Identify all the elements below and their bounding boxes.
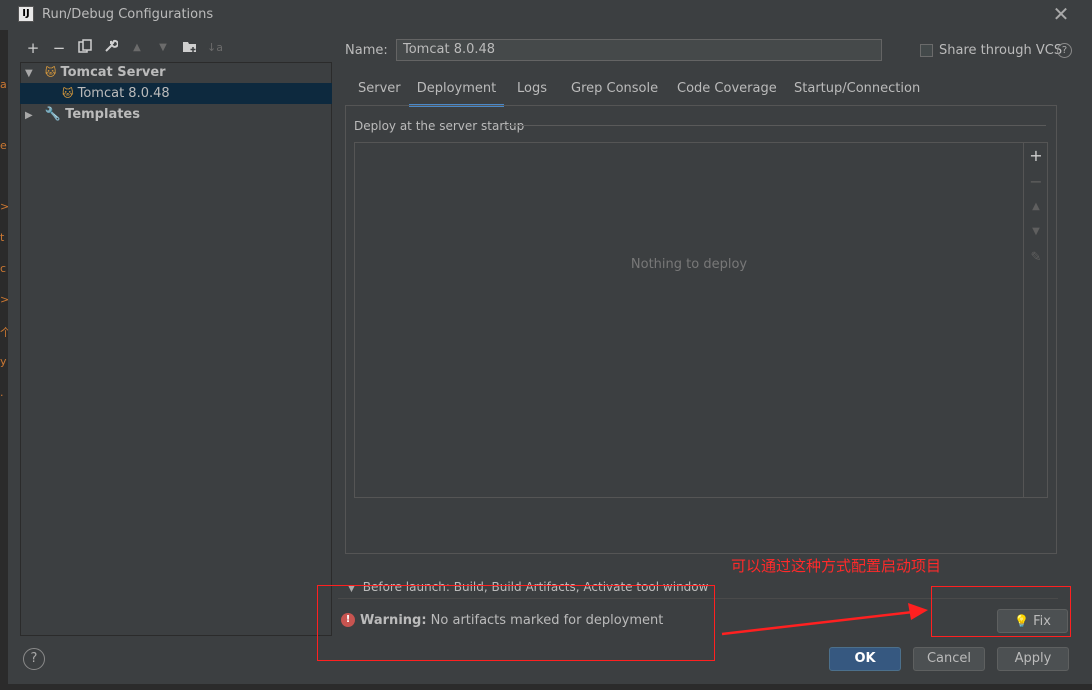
folder-icon [182,42,196,52]
background-glyph: c [0,262,7,275]
move-up-button[interactable]: ▲ [126,38,148,58]
tab-deployment[interactable]: Deployment [409,80,504,107]
tab-code-coverage[interactable]: Code Coverage [677,80,777,104]
tree-label: Templates [65,107,140,122]
remove-artifact-button[interactable]: − [1026,172,1046,191]
edit-defaults-button[interactable] [100,38,122,58]
wrench-icon: 🔧 [44,107,62,122]
background-glyph: > [0,293,8,306]
tomcat-icon: 🐱 [62,87,74,100]
annotation-box-fix [931,586,1071,637]
tab-server[interactable]: Server [358,80,401,104]
tomcat-icon: 🐱 [44,66,57,79]
window-title: Run/Debug Configurations [42,7,214,22]
background-glyph: . [0,386,4,399]
apply-button[interactable]: Apply [997,647,1069,671]
tree-node-templates[interactable]: ▶ 🔧 Templates [20,104,332,125]
background-glyph: e [0,139,7,152]
help-icon[interactable]: ? [1057,43,1072,58]
background-glyph: 个 [0,326,8,339]
annotation-arrow-icon [721,603,928,636]
close-icon[interactable]: ✕ [1050,3,1072,25]
tab-grep-console[interactable]: Grep Console [571,80,658,104]
tree-node-tomcat-instance[interactable]: 🐱 Tomcat 8.0.48 [20,83,332,104]
add-configuration-button[interactable]: + [22,38,44,58]
dialog-right-edge [1084,30,1092,684]
tree-label: Tomcat Server [60,65,166,80]
deployment-list[interactable] [354,142,1024,498]
configuration-tree [20,62,332,636]
dialog-help-button[interactable]: ? [23,648,45,670]
new-folder-button[interactable] [178,38,200,58]
cancel-button[interactable]: Cancel [913,647,985,671]
group-title: Deploy at the server startup [354,119,525,133]
move-artifact-up-button[interactable]: ▲ [1026,201,1046,212]
background-glyph: y [0,355,7,368]
copy-configuration-button[interactable] [74,38,96,58]
sort-button[interactable]: ↓a [204,38,226,58]
background-glyph: > [0,200,8,213]
annotation-text: 可以通过这种方式配置启动项目 [731,557,942,575]
remove-configuration-button[interactable]: − [48,38,70,58]
intellij-app-icon: IJ [18,6,34,22]
edit-artifact-button[interactable]: ✎ [1026,250,1046,265]
deployment-toolbar [1023,142,1048,498]
share-vcs-checkbox[interactable] [920,44,933,57]
ok-button[interactable]: OK [829,647,901,671]
tree-label: Tomcat 8.0.48 [77,86,170,101]
annotation-box-warning [317,585,715,661]
expanded-arrow-icon: ▼ [25,68,33,79]
bottom-edge [0,684,1092,690]
wrench-icon [105,39,119,52]
background-glyph: a [0,78,7,91]
share-vcs-label[interactable]: Share through VCS [939,43,1062,58]
tab-logs[interactable]: Logs [517,80,547,104]
empty-state-text: Nothing to deploy [630,257,748,272]
collapsed-arrow-icon: ▶ [25,110,33,121]
move-down-button[interactable]: ▼ [152,38,174,58]
copy-icon [78,39,92,53]
add-artifact-button[interactable]: + [1026,146,1046,165]
tree-node-tomcat-server[interactable]: ▼ 🐱 Tomcat Server [20,62,332,83]
tab-startup-connection[interactable]: Startup/Connection [794,80,920,104]
group-divider [504,125,1046,126]
name-field[interactable]: Tomcat 8.0.48 [396,39,882,61]
name-label: Name: [345,43,388,58]
move-artifact-down-button[interactable]: ▼ [1026,226,1046,237]
background-glyph: t [0,231,5,244]
